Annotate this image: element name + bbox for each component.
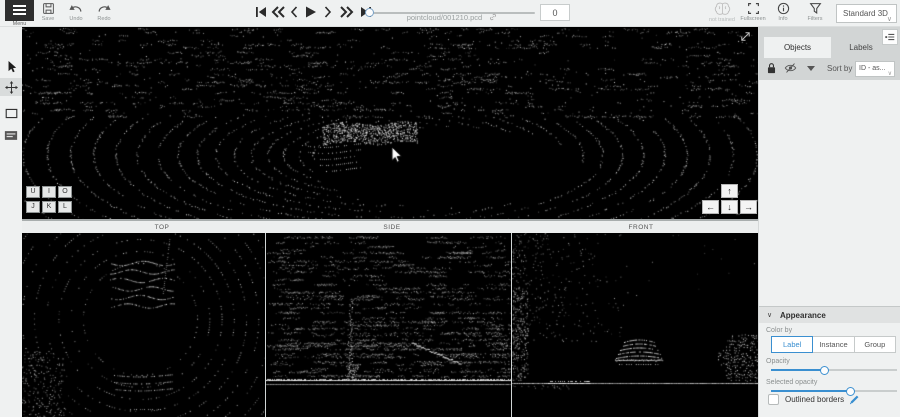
opacity-slider-handle[interactable] (820, 366, 829, 375)
pointer-icon (6, 60, 17, 73)
key-hint-l[interactable]: L (58, 201, 72, 213)
appearance-header[interactable]: ∨ Appearance (759, 306, 900, 323)
color-by-instance-option[interactable]: Instance (813, 336, 854, 353)
color-by-group-option[interactable]: Group (855, 336, 896, 353)
key-hint-j[interactable]: J (26, 201, 40, 213)
side-view-canvas[interactable] (266, 233, 511, 417)
sort-value: ID - as... (859, 65, 885, 72)
outlined-borders-row: Outlined borders (768, 394, 860, 405)
view-mode-dropdown[interactable]: Standard 3D ∨ (836, 4, 897, 23)
side-view-label: SIDE (362, 224, 422, 231)
next-frame-button[interactable] (324, 5, 332, 17)
top-view-label: TOP (132, 224, 192, 231)
ml-model-button[interactable]: not trained (705, 2, 739, 23)
image-panel-tool[interactable] (0, 125, 22, 145)
image-panel-icon (4, 130, 18, 141)
left-tool-rail (0, 27, 22, 417)
info-label: Info (770, 16, 796, 22)
pan-up-button[interactable]: ↑ (721, 184, 738, 198)
right-panel: Objects Labels Sort by ID - as... ∨ ∨ Ap… (758, 27, 900, 417)
selected-opacity-label: Selected opacity (766, 379, 817, 386)
brain-icon (714, 2, 731, 16)
color-by-segmented: Label Instance Group (771, 336, 896, 353)
tab-objects[interactable]: Objects (764, 37, 831, 58)
ortho-views (22, 233, 758, 417)
lock-icon[interactable] (766, 62, 777, 74)
outlined-borders-label: Outlined borders (785, 395, 844, 404)
menu-button[interactable] (5, 0, 34, 21)
redo-icon (97, 2, 111, 15)
chevron-down-icon: ∨ (887, 11, 892, 28)
view-mode-value: Standard 3D (843, 9, 888, 18)
edit-pencil-icon[interactable] (849, 394, 860, 405)
rectangle-icon (5, 108, 18, 119)
info-icon (777, 2, 790, 15)
key-hint-i[interactable]: I (42, 186, 56, 198)
filters-label: Filters (802, 16, 828, 22)
previous-frame-button[interactable] (290, 5, 298, 17)
pan-down-button[interactable]: ↓ (721, 200, 738, 214)
fast-backward-button[interactable] (270, 5, 286, 17)
expand-view-icon[interactable] (739, 30, 752, 43)
ml-model-label: not trained (705, 17, 739, 23)
box-draw-tool[interactable] (0, 103, 22, 123)
save-button[interactable]: Save (35, 2, 61, 22)
attachment-link-icon[interactable] (489, 13, 497, 21)
redo-button[interactable]: Redo (91, 2, 117, 22)
fullscreen-icon (747, 2, 760, 15)
floppy-disk-icon (42, 2, 55, 15)
main-3d-canvas[interactable] (22, 27, 758, 219)
save-label: Save (35, 16, 61, 22)
skip-start-button[interactable] (255, 5, 267, 17)
top-toolbar: Menu Save Undo Redo pointcloud/001210.pc… (0, 0, 900, 27)
sort-dropdown[interactable]: ID - as... ∨ (855, 61, 895, 77)
menu-label: Menu (5, 21, 34, 27)
chevron-down-icon: ∨ (888, 67, 892, 77)
key-hint-k[interactable]: K (42, 201, 56, 213)
sort-by-label: Sort by (827, 64, 852, 73)
pan-left-button[interactable]: ← (702, 200, 719, 214)
outlined-borders-checkbox[interactable] (768, 394, 779, 405)
filter-funnel-icon (809, 2, 822, 15)
undo-icon (69, 2, 83, 15)
move-arrows-icon (5, 81, 18, 94)
front-view-canvas[interactable] (512, 233, 758, 417)
info-button[interactable]: Info (770, 2, 796, 22)
pan-right-button[interactable]: → (740, 200, 757, 214)
fast-forward-button[interactable] (339, 5, 355, 17)
fullscreen-label: Fullscreen (738, 16, 768, 22)
redo-label: Redo (91, 16, 117, 22)
top-view-canvas[interactable] (22, 233, 265, 417)
frame-filename: pointcloud/001210.pcd (372, 13, 532, 22)
filters-button[interactable]: Filters (802, 2, 828, 22)
opacity-slider[interactable] (771, 365, 897, 375)
front-view-label: FRONT (611, 224, 671, 231)
color-by-label: Color by (766, 327, 792, 334)
eye-off-icon[interactable] (784, 62, 797, 74)
select-tool[interactable] (0, 56, 22, 76)
chevron-down-icon[interactable] (807, 66, 815, 71)
key-hint-u[interactable]: U (26, 186, 40, 198)
undo-button[interactable]: Undo (63, 2, 89, 22)
key-hint-o[interactable]: O (58, 186, 72, 198)
appearance-title: Appearance (780, 311, 826, 320)
opacity-label: Opacity (766, 358, 790, 365)
color-by-label-option[interactable]: Label (771, 336, 813, 353)
pan-move-tool[interactable] (0, 78, 22, 96)
play-button[interactable] (305, 5, 317, 17)
ortho-label-strip: TOP SIDE FRONT (22, 219, 758, 233)
main-3d-viewport[interactable]: U I O J K L ↑ ← ↓ → (22, 27, 758, 219)
tab-labels[interactable]: Labels (835, 37, 887, 58)
collapse-chevron-icon: ∨ (767, 311, 772, 319)
frame-number-input[interactable] (540, 4, 570, 21)
undo-label: Undo (63, 16, 89, 22)
fullscreen-button[interactable]: Fullscreen (738, 2, 768, 22)
